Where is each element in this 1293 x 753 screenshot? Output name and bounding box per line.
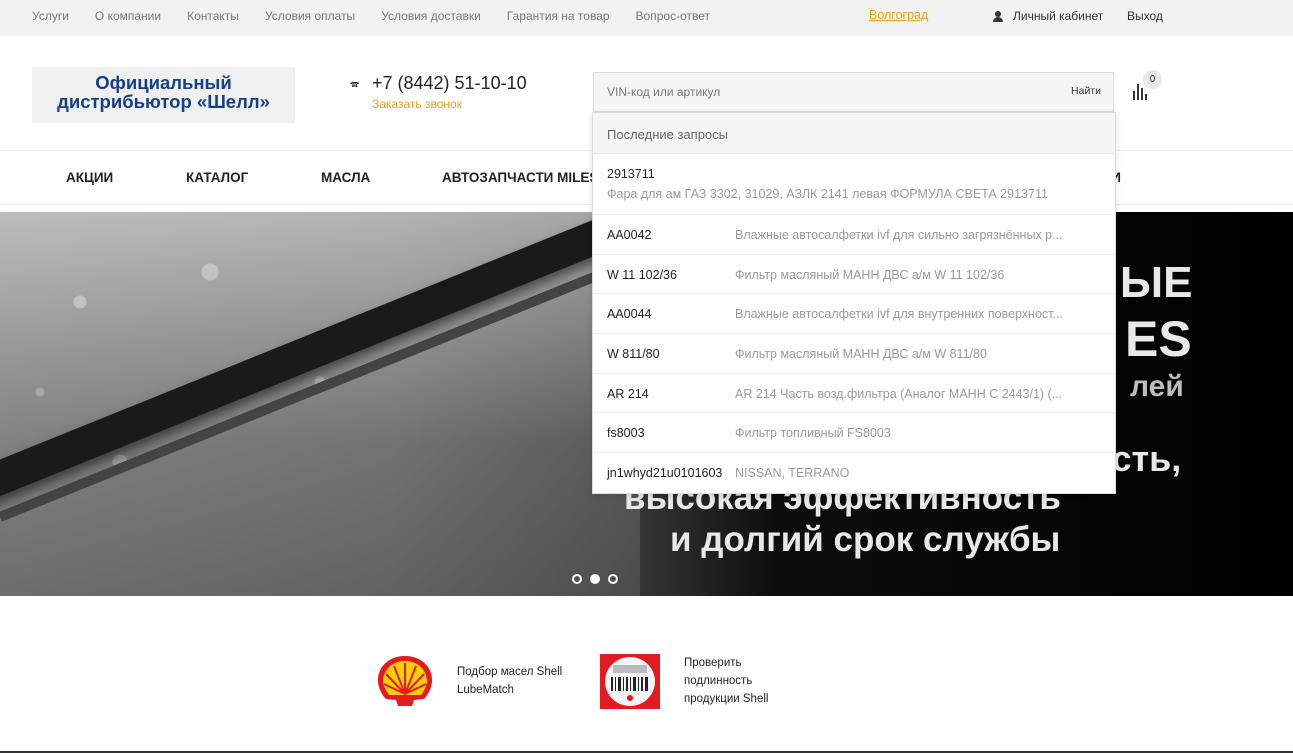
callback-link[interactable]: Заказать звонок — [372, 97, 462, 111]
top-link-faq[interactable]: Вопрос-ответ — [636, 9, 710, 23]
search-box: Найти — [593, 72, 1114, 112]
search-button[interactable]: Найти — [1071, 85, 1101, 97]
suggestion-item[interactable]: W 811/80 Фильтр масляный МАНН ДВС а/м W … — [593, 334, 1115, 374]
suggestion-item[interactable]: AA0042 Влажные автосалфетки ivf для силь… — [593, 215, 1115, 255]
banner-text-2: ES — [1125, 311, 1192, 367]
verify-line-1: Проверить — [684, 657, 742, 669]
top-link-payment[interactable]: Условия оплаты — [265, 9, 355, 23]
lubematch-line-2: LubeMatch — [457, 684, 514, 696]
suggestion-item[interactable]: AA0044 Влажные автосалфетки ivf для внут… — [593, 294, 1115, 335]
logo-line-1: Официальный — [95, 72, 232, 93]
lubematch-line-1: Подбор масел Shell — [457, 666, 563, 678]
slider-dot-3[interactable] — [608, 574, 618, 584]
suggestion-code: AA0042 — [607, 228, 652, 242]
account-link-label: Личный кабинет — [1013, 9, 1104, 23]
banner-text-1: ЫЕ — [1120, 258, 1193, 307]
user-icon — [993, 10, 1003, 22]
suggestion-item[interactable]: W 11 102/36 Фильтр масляный МАНН ДВС а/м… — [593, 255, 1115, 295]
search-suggestions-dropdown: Последние запросы 2913711 Фара для ам ГА… — [592, 112, 1116, 494]
slider-dot-1[interactable] — [572, 574, 582, 584]
nav-item-miles-parts[interactable]: АВТОЗАПЧАСТИ MILES — [442, 170, 598, 185]
top-link-about[interactable]: О компании — [95, 9, 161, 23]
suggestion-description: Фильтр масляный МАНН ДВС а/м W 811/80 — [735, 347, 987, 362]
barcode-icon — [611, 665, 648, 701]
suggestion-code: jn1whyd21u0101603 — [607, 466, 723, 481]
city-selector[interactable]: Волгоград — [869, 8, 928, 22]
phone-icon: 🕿 — [350, 77, 360, 92]
top-nav: Услуги О компании Контакты Условия оплат… — [32, 9, 710, 23]
verify-line-3: продукции Shell — [684, 693, 769, 705]
lubematch-link[interactable]: Подбор масел Shell LubeMatch — [457, 663, 587, 699]
suggestion-code: W 11 102/36 — [607, 267, 677, 282]
top-bar: Услуги О компании Контакты Условия оплат… — [0, 0, 1293, 36]
suggestion-description: Фара для ам ГАЗ 3302, 31029, АЗЛК 2141 л… — [607, 187, 1048, 201]
top-link-contacts[interactable]: Контакты — [187, 9, 239, 23]
suggestion-item[interactable]: fs8003 Фильтр топливный FS8003 — [593, 413, 1115, 454]
suggestion-code: AR 214 — [607, 386, 649, 401]
suggestion-description: Влажные автосалфетки ivf для внутренних … — [735, 307, 1063, 322]
authenticity-sticker-image[interactable] — [600, 654, 660, 709]
slider-dots — [572, 574, 618, 584]
top-link-services[interactable]: Услуги — [32, 9, 69, 23]
top-link-warranty[interactable]: Гарантия на товар — [507, 9, 610, 23]
nav-item-oils[interactable]: МАСЛА — [321, 170, 370, 185]
search-input[interactable] — [594, 73, 1034, 111]
verify-line-2: подлинность — [684, 675, 753, 687]
shell-pecten-icon[interactable] — [374, 654, 436, 708]
verify-authenticity-link[interactable]: Проверить подлинность продукции Shell — [684, 654, 794, 708]
compare-count-badge: 0 — [1143, 70, 1162, 89]
suggestion-description: AR 214 Часть возд.фильтра (Аналог МАНН C… — [735, 386, 1063, 401]
nav-item-promotions[interactable]: АКЦИИ — [66, 170, 113, 185]
account-link[interactable]: Личный кабинет — [993, 9, 1103, 23]
suggestion-description: Фильтр масляный МАНН ДВС а/м W 11 102/36 — [735, 267, 1005, 282]
suggestion-item[interactable]: AR 214 AR 214 Часть возд.фильтра (Аналог… — [593, 374, 1115, 414]
banner-text-6: и долгий срок службы — [670, 520, 1061, 559]
phone-number[interactable]: +7 (8442) 51-10-10 — [372, 73, 527, 94]
suggestion-description: NISSAN, TERRANO — [735, 466, 850, 481]
suggestion-item[interactable]: jn1whyd21u0101603 NISSAN, TERRANO — [593, 453, 1115, 493]
banner-text-3: лей — [1130, 370, 1184, 403]
recent-queries-header: Последние запросы — [593, 113, 1115, 154]
suggestion-item[interactable]: 2913711 Фара для ам ГАЗ 3302, 31029, АЗЛ… — [593, 154, 1115, 215]
top-link-delivery[interactable]: Условия доставки — [381, 9, 481, 23]
logout-link[interactable]: Выход — [1127, 9, 1163, 23]
site-logo[interactable]: Официальный дистрибьютор «Шелл» — [32, 67, 295, 123]
suggestion-description: Фильтр топливный FS8003 — [735, 426, 891, 441]
suggestion-code: AA0044 — [607, 307, 652, 322]
suggestion-code: W 811/80 — [607, 347, 660, 362]
nav-item-catalog[interactable]: КАТАЛОГ — [186, 170, 248, 185]
suggestion-code: 2913711 — [607, 167, 655, 181]
suggestion-code: fs8003 — [607, 426, 645, 441]
logo-line-2: дистрибьютор «Шелл» — [57, 91, 270, 112]
suggestion-description: Влажные автосалфетки ivf для сильно загр… — [735, 228, 1063, 242]
slider-dot-2[interactable] — [590, 574, 600, 584]
